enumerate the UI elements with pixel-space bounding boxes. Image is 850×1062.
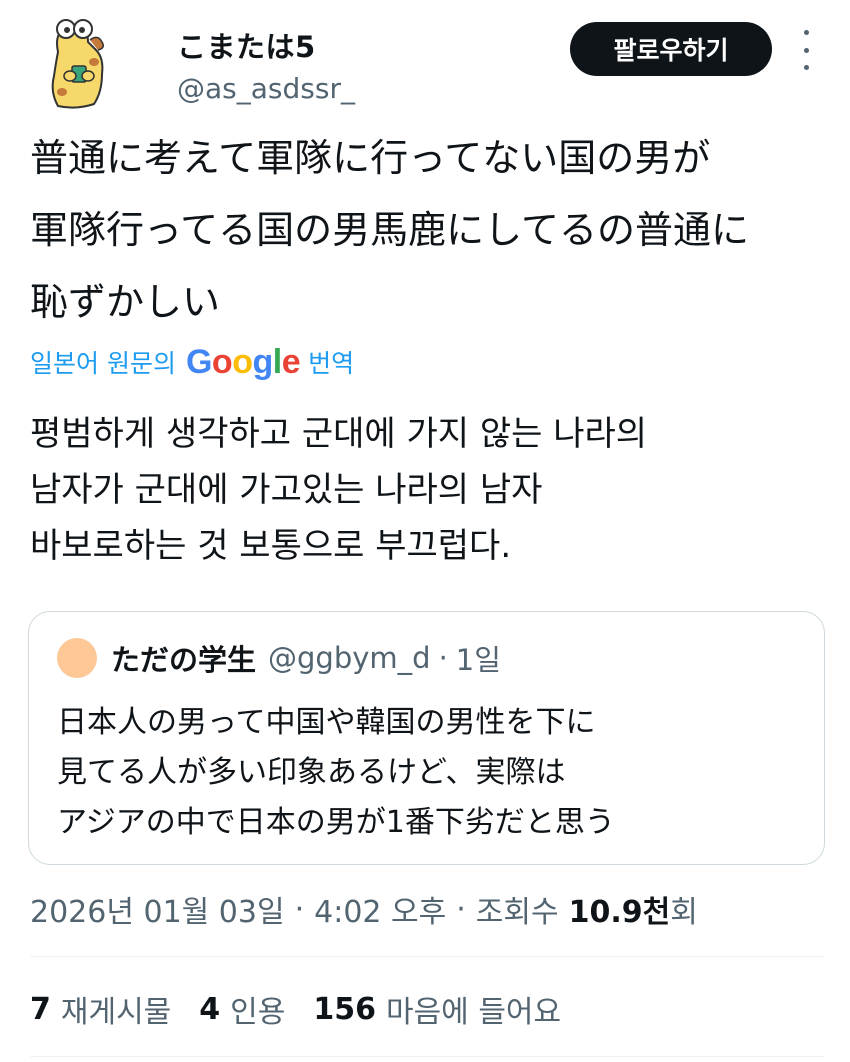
likes-label: 마음에 들어요 xyxy=(385,995,562,1030)
cartoon-avatar-icon xyxy=(51,19,105,109)
quoted-tweet-card[interactable]: ただの学生 @ggbym_d · 1일 日本人の男って中国や韓国の男性を下に 見… xyxy=(28,611,825,865)
tweet-line: 軍隊行ってる国の男馬鹿にしてるの普通に xyxy=(30,208,749,252)
translated-line: 남자가 군대에 가고있는 나라의 남자 xyxy=(30,470,543,510)
translated-line: 평범하게 생각하고 군대에 가지 않는 나라의 xyxy=(30,414,648,454)
quoted-author-meta: @ggbym_d · 1일 xyxy=(268,637,501,679)
tweet-date[interactable]: 2026년 01월 03일 xyxy=(30,887,285,931)
tweet-text: 普通に考えて軍隊に行ってない国の男が 軍隊行ってる国の男馬鹿にしてるの普通に 恥… xyxy=(30,122,830,338)
tweet-line: 恥ずかしい xyxy=(30,280,221,324)
tweet-timestamp: 2026년 01월 03일 · 4:02 오후 · 조회수 10.9천 회 xyxy=(30,884,698,934)
translation-attribution[interactable]: 일본어 원문의 Google 번역 xyxy=(30,340,354,384)
quotes-stat[interactable]: 4 인용 xyxy=(199,987,285,1031)
quoted-line: 日本人の男って中国や韓国の男性を下に xyxy=(57,705,596,740)
author-name[interactable]: こまたは5 xyxy=(177,24,316,66)
quotes-label: 인용 xyxy=(230,995,286,1030)
author-handle[interactable]: @as_asdssr_ xyxy=(177,72,355,105)
quoted-author-avatar xyxy=(57,638,97,678)
separator-dot: · xyxy=(438,641,448,675)
engagement-stats: 7 재게시물 4 인용 156 마음에 들어요 xyxy=(30,984,589,1034)
follow-button[interactable]: 팔로우하기 xyxy=(570,22,772,76)
translation-prefix: 일본어 원문의 xyxy=(30,349,176,378)
reposts-count: 7 xyxy=(30,991,51,1027)
author-avatar[interactable] xyxy=(36,12,126,112)
quoted-tweet-time: 1일 xyxy=(455,643,501,677)
separator-dot: · xyxy=(456,891,466,927)
quoted-line: アジアの中で日本の男が1番下劣だと思う xyxy=(57,805,615,840)
views-suffix: 회 xyxy=(670,895,698,930)
separator-dot: · xyxy=(294,891,305,927)
tweet-header: こまたは5 @as_asdssr_ 팔로우하기 xyxy=(30,10,830,110)
divider xyxy=(30,956,825,957)
translated-text: 평범하게 생각하고 군대에 가지 않는 나라의 남자가 군대에 가고있는 나라의… xyxy=(30,406,830,574)
reposts-label: 재게시물 xyxy=(60,995,172,1030)
tweet-page: こまたは5 @as_asdssr_ 팔로우하기 普通に考えて軍隊に行ってない国の… xyxy=(0,0,850,1062)
quotes-count: 4 xyxy=(199,991,221,1027)
quoted-line: 見てる人が多い印象あるけど、実際は xyxy=(57,755,566,790)
translated-line: 바보로하는 것 보통으로 부끄럽다. xyxy=(30,526,512,566)
divider xyxy=(30,1056,825,1057)
tweet-time[interactable]: 4:02 오후 xyxy=(314,887,446,931)
likes-count: 156 xyxy=(313,991,376,1027)
quoted-tweet-text: 日本人の男って中国や韓国の男性を下に 見てる人が多い印象あるけど、実際は アジア… xyxy=(57,698,817,848)
quoted-author-handle: @ggbym_d xyxy=(268,641,431,675)
views-label: 조회수 xyxy=(475,895,559,930)
views-count[interactable]: 10.9천 xyxy=(569,887,671,931)
quoted-tweet-header: ただの学生 @ggbym_d · 1일 xyxy=(57,638,501,678)
tweet-line: 普通に考えて軍隊に行ってない国の男が xyxy=(30,136,711,180)
quoted-author-name: ただの学生 xyxy=(111,643,257,677)
more-vertical-icon[interactable] xyxy=(796,30,816,70)
google-logo: Google xyxy=(185,342,301,381)
likes-stat[interactable]: 156 마음에 들어요 xyxy=(313,987,561,1031)
translation-suffix: 번역 xyxy=(308,349,355,378)
reposts-stat[interactable]: 7 재게시물 xyxy=(30,987,171,1031)
